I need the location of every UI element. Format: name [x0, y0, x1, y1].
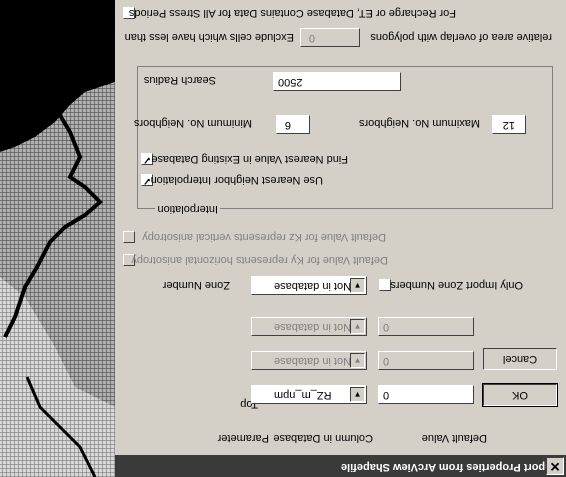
title-bar[interactable]: Import Properties from ArcView Shapefile… — [115, 455, 566, 477]
close-button[interactable]: ✕ — [546, 457, 564, 475]
screenshot-stage: Import Properties from ArcView Shapefile… — [0, 0, 566, 477]
only-import-zone-numbers-label[interactable]: Only Import Zone Numbers — [390, 279, 523, 291]
default-value-text: 0 — [383, 355, 390, 367]
default-value-input-top[interactable]: 0 — [378, 385, 474, 404]
dialog-title: Import Properties from ArcView Shapefile — [340, 461, 558, 473]
maximum-neighbors-input[interactable]: 12 — [492, 115, 526, 134]
import-properties-dialog: Import Properties from ArcView Shapefile… — [115, 0, 566, 477]
chevron-down-icon[interactable]: ▼ — [350, 387, 365, 402]
search-radius-value: 2500 — [278, 76, 303, 88]
map-background — [0, 0, 115, 477]
ok-button[interactable]: OK — [482, 383, 558, 407]
column-select-top[interactable]: RZ_m_npm ▼ — [251, 385, 367, 404]
maximum-neighbors-label: Maximum No. Neighbors — [358, 117, 480, 129]
default-value-text: 0 — [383, 389, 390, 401]
minimum-neighbors-value: 6 — [284, 119, 291, 131]
search-radius-input[interactable]: 2500 — [273, 72, 401, 91]
column-select-value: RZ_m_npm — [274, 389, 332, 401]
chevron-down-icon[interactable]: ▼ — [350, 353, 365, 368]
column-header-column-in-database: Column in Database — [273, 432, 373, 444]
kz-anisotropy-label: Default Value for Kz represents vertical… — [142, 231, 386, 243]
chevron-down-icon[interactable]: ▼ — [350, 278, 365, 293]
default-value-input-row-3[interactable]: 0 — [378, 317, 474, 336]
exclude-cells-suffix: relative area of overlap with polygons — [370, 31, 552, 43]
zone-number-select[interactable]: Not in database ▼ — [251, 276, 367, 295]
default-value-input-row-2[interactable]: 0 — [378, 351, 474, 370]
use-nearest-neighbor-label[interactable]: Use Nearest Neighbor Interpolation — [151, 174, 323, 186]
column-header-default-value: Default Value — [421, 432, 487, 444]
exclude-cells-value: 0 — [308, 32, 315, 44]
maximum-neighbors-value: 12 — [502, 119, 515, 131]
zone-number-label: Zone Number — [162, 279, 230, 291]
column-select-row-2[interactable]: Not in database ▼ — [251, 351, 367, 370]
interpolation-group-title: Interpolation — [155, 203, 220, 215]
column-select-row-3[interactable]: Not in database ▼ — [251, 317, 367, 336]
zone-number-select-value: Not in database — [274, 280, 352, 292]
minimum-neighbors-label: Minimum No. Neighbors — [134, 117, 252, 129]
cancel-button[interactable]: Cancel — [483, 348, 557, 370]
exclude-cells-input[interactable]: 0 — [300, 28, 360, 47]
ky-anisotropy-label: Default Value for Ky represents horizont… — [131, 254, 388, 266]
exclude-cells-prefix: Exclude cells which have less than — [124, 31, 294, 43]
find-nearest-value-label[interactable]: Find Nearest Value in Existing Database — [151, 153, 348, 165]
grid-map-graphic — [0, 0, 115, 477]
close-icon: ✕ — [549, 459, 561, 474]
column-header-parameter: Parameter — [217, 432, 269, 444]
minimum-neighbors-input[interactable]: 6 — [276, 115, 310, 134]
kz-anisotropy-checkbox[interactable] — [123, 231, 135, 243]
column-select-value: Not in database — [274, 321, 352, 333]
chevron-down-icon[interactable]: ▼ — [350, 319, 365, 334]
search-radius-label: Search Radius — [143, 74, 216, 86]
default-value-text: 0 — [383, 321, 390, 333]
column-select-value: Not in database — [274, 355, 352, 367]
recharge-all-stress-periods-label[interactable]: For Recharge or ET, Database Contains Da… — [129, 7, 456, 19]
